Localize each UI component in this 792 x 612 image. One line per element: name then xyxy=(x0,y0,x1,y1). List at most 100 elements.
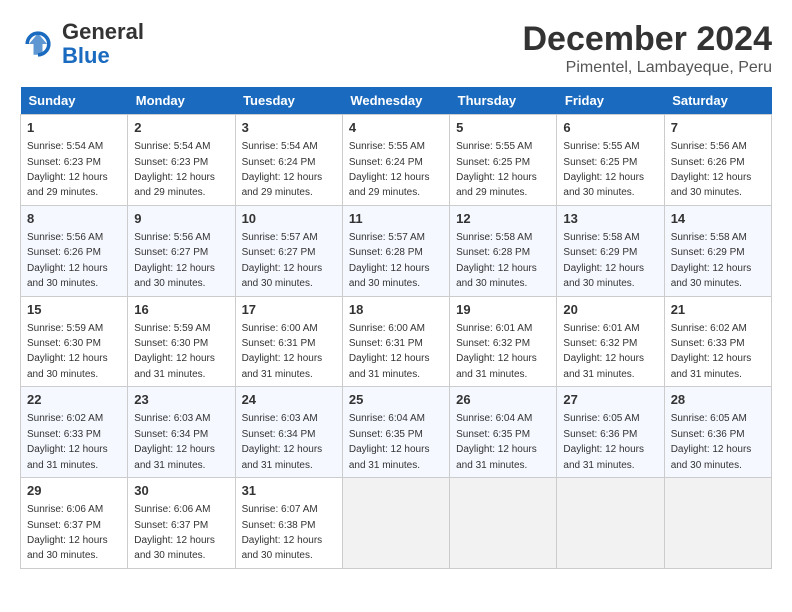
day-number: 12 xyxy=(456,210,550,228)
day-info: Sunrise: 6:04 AM Sunset: 6:35 PM Dayligh… xyxy=(456,413,537,470)
day-info: Sunrise: 6:02 AM Sunset: 6:33 PM Dayligh… xyxy=(671,323,752,380)
logo-text: General Blue xyxy=(62,20,144,68)
day-info: Sunrise: 6:05 AM Sunset: 6:36 PM Dayligh… xyxy=(671,413,752,470)
title-area: December 2024 Pimentel, Lambayeque, Peru xyxy=(522,20,772,77)
day-number: 9 xyxy=(134,210,228,228)
general-blue-icon xyxy=(20,26,56,62)
month-title: December 2024 xyxy=(522,20,772,59)
calendar-cell: 5 Sunrise: 5:55 AM Sunset: 6:25 PM Daylig… xyxy=(450,115,557,206)
day-info: Sunrise: 5:58 AM Sunset: 6:28 PM Dayligh… xyxy=(456,232,537,289)
calendar-cell: 20 Sunrise: 6:01 AM Sunset: 6:32 PM Dayli… xyxy=(557,296,664,387)
calendar-cell: 30 Sunrise: 6:06 AM Sunset: 6:37 PM Dayli… xyxy=(128,478,235,569)
calendar-cell: 27Sunrise: 6:05 AM Sunset: 6:36 PM Dayli… xyxy=(557,387,664,478)
day-number: 14 xyxy=(671,210,765,228)
calendar-cell xyxy=(450,478,557,569)
day-info: Sunrise: 6:06 AM Sunset: 6:37 PM Dayligh… xyxy=(134,504,215,561)
calendar-week-row: 8 Sunrise: 5:56 AM Sunset: 6:26 PM Daylig… xyxy=(21,205,772,296)
day-info: Sunrise: 5:57 AM Sunset: 6:27 PM Dayligh… xyxy=(242,232,323,289)
calendar-cell: 8 Sunrise: 5:56 AM Sunset: 6:26 PM Daylig… xyxy=(21,205,128,296)
day-info: Sunrise: 6:02 AM Sunset: 6:33 PM Dayligh… xyxy=(27,413,108,470)
col-header-saturday: Saturday xyxy=(664,87,771,115)
day-number: 10 xyxy=(242,210,336,228)
day-number: 3 xyxy=(242,119,336,137)
calendar-cell: 22 Sunrise: 6:02 AM Sunset: 6:33 PM Dayli… xyxy=(21,387,128,478)
day-info: Sunrise: 5:56 AM Sunset: 6:27 PM Dayligh… xyxy=(134,232,215,289)
day-number: 27 xyxy=(563,391,657,409)
day-info: Sunrise: 6:00 AM Sunset: 6:31 PM Dayligh… xyxy=(242,323,323,380)
calendar-week-row: 22 Sunrise: 6:02 AM Sunset: 6:33 PM Dayli… xyxy=(21,387,772,478)
day-number: 28 xyxy=(671,391,765,409)
day-info: Sunrise: 6:01 AM Sunset: 6:32 PM Dayligh… xyxy=(563,323,644,380)
col-header-wednesday: Wednesday xyxy=(342,87,449,115)
day-info: Sunrise: 6:07 AM Sunset: 6:38 PM Dayligh… xyxy=(242,504,323,561)
day-info: Sunrise: 5:56 AM Sunset: 6:26 PM Dayligh… xyxy=(27,232,108,289)
day-number: 25 xyxy=(349,391,443,409)
calendar-cell: 9 Sunrise: 5:56 AM Sunset: 6:27 PM Daylig… xyxy=(128,205,235,296)
calendar-cell: 7Sunrise: 5:56 AM Sunset: 6:26 PM Daylig… xyxy=(664,115,771,206)
header: General Blue December 2024 Pimentel, Lam… xyxy=(20,20,772,77)
calendar-cell: 18Sunrise: 6:00 AM Sunset: 6:31 PM Dayli… xyxy=(342,296,449,387)
day-number: 30 xyxy=(134,482,228,500)
calendar-cell xyxy=(342,478,449,569)
day-info: Sunrise: 6:06 AM Sunset: 6:37 PM Dayligh… xyxy=(27,504,108,561)
day-info: Sunrise: 5:55 AM Sunset: 6:24 PM Dayligh… xyxy=(349,141,430,198)
calendar-week-row: 15 Sunrise: 5:59 AM Sunset: 6:30 PM Dayli… xyxy=(21,296,772,387)
day-info: Sunrise: 5:59 AM Sunset: 6:30 PM Dayligh… xyxy=(134,323,215,380)
day-number: 15 xyxy=(27,301,121,319)
day-number: 31 xyxy=(242,482,336,500)
day-number: 17 xyxy=(242,301,336,319)
day-info: Sunrise: 6:04 AM Sunset: 6:35 PM Dayligh… xyxy=(349,413,430,470)
calendar-cell: 4 Sunrise: 5:55 AM Sunset: 6:24 PM Daylig… xyxy=(342,115,449,206)
calendar-cell xyxy=(664,478,771,569)
day-number: 4 xyxy=(349,119,443,137)
day-info: Sunrise: 5:55 AM Sunset: 6:25 PM Dayligh… xyxy=(563,141,644,198)
day-info: Sunrise: 6:01 AM Sunset: 6:32 PM Dayligh… xyxy=(456,323,537,380)
calendar-cell: 17 Sunrise: 6:00 AM Sunset: 6:31 PM Dayli… xyxy=(235,296,342,387)
day-number: 23 xyxy=(134,391,228,409)
logo: General Blue xyxy=(20,20,144,68)
day-number: 24 xyxy=(242,391,336,409)
day-number: 6 xyxy=(563,119,657,137)
day-number: 11 xyxy=(349,210,443,228)
col-header-tuesday: Tuesday xyxy=(235,87,342,115)
day-info: Sunrise: 5:57 AM Sunset: 6:28 PM Dayligh… xyxy=(349,232,430,289)
calendar-cell: 31 Sunrise: 6:07 AM Sunset: 6:38 PM Dayli… xyxy=(235,478,342,569)
day-number: 5 xyxy=(456,119,550,137)
day-number: 26 xyxy=(456,391,550,409)
day-number: 13 xyxy=(563,210,657,228)
calendar-cell: 26 Sunrise: 6:04 AM Sunset: 6:35 PM Dayli… xyxy=(450,387,557,478)
day-info: Sunrise: 6:03 AM Sunset: 6:34 PM Dayligh… xyxy=(242,413,323,470)
calendar-cell: 29 Sunrise: 6:06 AM Sunset: 6:37 PM Dayli… xyxy=(21,478,128,569)
calendar-cell: 13 Sunrise: 5:58 AM Sunset: 6:29 PM Dayli… xyxy=(557,205,664,296)
day-number: 20 xyxy=(563,301,657,319)
calendar-cell xyxy=(557,478,664,569)
day-info: Sunrise: 6:00 AM Sunset: 6:31 PM Dayligh… xyxy=(349,323,430,380)
day-info: Sunrise: 5:54 AM Sunset: 6:23 PM Dayligh… xyxy=(134,141,215,198)
day-info: Sunrise: 5:54 AM Sunset: 6:24 PM Dayligh… xyxy=(242,141,323,198)
calendar-cell: 19Sunrise: 6:01 AM Sunset: 6:32 PM Dayli… xyxy=(450,296,557,387)
calendar-cell: 12 Sunrise: 5:58 AM Sunset: 6:28 PM Dayli… xyxy=(450,205,557,296)
calendar-cell: 21 Sunrise: 6:02 AM Sunset: 6:33 PM Dayli… xyxy=(664,296,771,387)
day-info: Sunrise: 5:58 AM Sunset: 6:29 PM Dayligh… xyxy=(563,232,644,289)
calendar-cell: 3 Sunrise: 5:54 AM Sunset: 6:24 PM Daylig… xyxy=(235,115,342,206)
day-number: 8 xyxy=(27,210,121,228)
day-info: Sunrise: 5:59 AM Sunset: 6:30 PM Dayligh… xyxy=(27,323,108,380)
col-header-thursday: Thursday xyxy=(450,87,557,115)
day-info: Sunrise: 5:55 AM Sunset: 6:25 PM Dayligh… xyxy=(456,141,537,198)
calendar-cell: 11 Sunrise: 5:57 AM Sunset: 6:28 PM Dayli… xyxy=(342,205,449,296)
day-number: 1 xyxy=(27,119,121,137)
day-number: 2 xyxy=(134,119,228,137)
day-info: Sunrise: 5:54 AM Sunset: 6:23 PM Dayligh… xyxy=(27,141,108,198)
calendar-cell: 2 Sunrise: 5:54 AM Sunset: 6:23 PM Daylig… xyxy=(128,115,235,206)
day-number: 21 xyxy=(671,301,765,319)
calendar-cell: 15 Sunrise: 5:59 AM Sunset: 6:30 PM Dayli… xyxy=(21,296,128,387)
day-number: 29 xyxy=(27,482,121,500)
day-number: 22 xyxy=(27,391,121,409)
calendar-header-row: SundayMondayTuesdayWednesdayThursdayFrid… xyxy=(21,87,772,115)
day-number: 16 xyxy=(134,301,228,319)
day-info: Sunrise: 6:03 AM Sunset: 6:34 PM Dayligh… xyxy=(134,413,215,470)
calendar-cell: 25 Sunrise: 6:04 AM Sunset: 6:35 PM Dayli… xyxy=(342,387,449,478)
calendar-cell: 10 Sunrise: 5:57 AM Sunset: 6:27 PM Dayli… xyxy=(235,205,342,296)
calendar-week-row: 1 Sunrise: 5:54 AM Sunset: 6:23 PM Daylig… xyxy=(21,115,772,206)
calendar-cell: 23 Sunrise: 6:03 AM Sunset: 6:34 PM Dayli… xyxy=(128,387,235,478)
